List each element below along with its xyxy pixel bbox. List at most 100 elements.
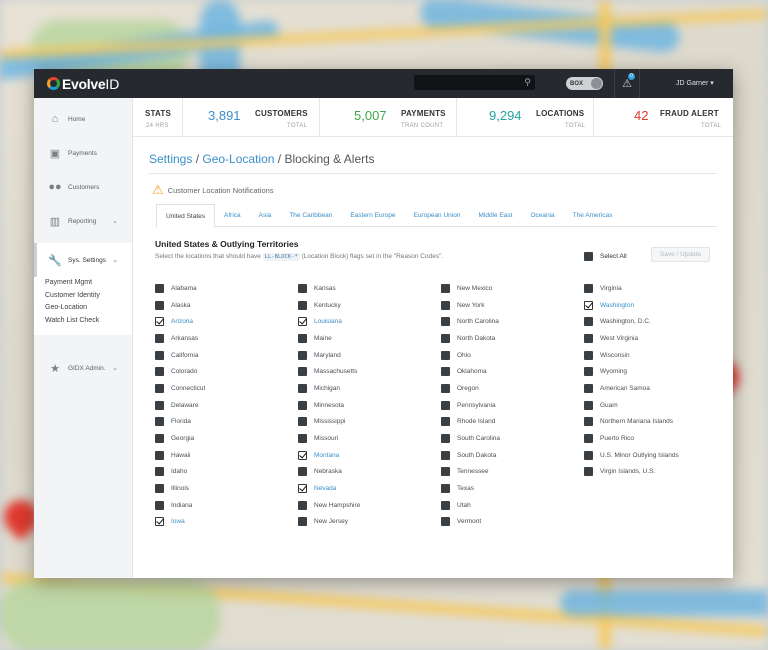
location-option[interactable]: Oregon xyxy=(441,380,581,397)
location-option[interactable]: Oklahoma xyxy=(441,363,581,380)
checkbox[interactable] xyxy=(584,383,593,393)
checkbox[interactable] xyxy=(155,283,164,293)
tab-united-states[interactable]: United States xyxy=(156,204,216,228)
search-icon[interactable]: ⚲ xyxy=(524,77,531,88)
checkbox[interactable] xyxy=(298,517,307,527)
location-option[interactable]: Michigan xyxy=(298,380,438,397)
checkbox[interactable] xyxy=(155,383,164,393)
checkbox-checked[interactable] xyxy=(584,300,593,310)
checkbox[interactable] xyxy=(155,333,164,343)
location-option[interactable]: Rhode Island xyxy=(441,414,581,431)
submenu-item-payment-mgmt[interactable]: Payment Mgmt xyxy=(45,279,132,292)
sidebar-item-customers[interactable]: ●● Customers xyxy=(34,170,132,204)
location-option[interactable]: Alabama xyxy=(155,280,295,297)
notifications-button[interactable]: ⚠ 0 xyxy=(614,69,640,98)
checkbox[interactable] xyxy=(441,350,450,360)
location-option[interactable]: Arkansas xyxy=(155,330,295,347)
checkbox[interactable] xyxy=(441,283,450,293)
brand-logo[interactable]: Evolve ID xyxy=(47,76,119,92)
tab-oceania[interactable]: Oceania xyxy=(521,204,563,226)
checkbox[interactable] xyxy=(584,467,593,477)
checkbox[interactable] xyxy=(155,467,164,477)
checkbox[interactable] xyxy=(441,333,450,343)
checkbox[interactable] xyxy=(584,450,593,460)
checkbox[interactable] xyxy=(441,367,450,377)
checkbox[interactable] xyxy=(441,383,450,393)
location-option[interactable]: Washington xyxy=(584,297,724,314)
location-option[interactable]: Guam xyxy=(584,397,724,414)
checkbox-checked[interactable] xyxy=(298,450,307,460)
checkbox[interactable] xyxy=(155,434,164,444)
checkbox[interactable] xyxy=(155,500,164,510)
checkbox[interactable] xyxy=(298,350,307,360)
checkbox[interactable] xyxy=(441,400,450,410)
location-option[interactable]: Indiana xyxy=(155,497,295,514)
location-option[interactable]: Montana xyxy=(298,447,438,464)
sidebar-item-reporting[interactable]: ▥ Reporting ⌄ xyxy=(34,204,132,238)
checkbox[interactable] xyxy=(584,400,593,410)
location-option[interactable]: Kentucky xyxy=(298,297,438,314)
checkbox[interactable] xyxy=(298,400,307,410)
stat-fraud-alert[interactable]: 42 FRAUD ALERT TOTAL xyxy=(594,98,732,136)
checkbox-checked[interactable] xyxy=(298,317,307,327)
location-option[interactable]: Idaho xyxy=(155,464,295,481)
location-option[interactable]: Ohio xyxy=(441,347,581,364)
sidebar-item-sys-settings[interactable]: 🔧 Sys. Settings ⌄ xyxy=(34,243,132,277)
location-option[interactable]: South Carolina xyxy=(441,430,581,447)
location-option[interactable]: Alaska xyxy=(155,297,295,314)
checkbox[interactable] xyxy=(298,500,307,510)
checkbox[interactable] xyxy=(584,317,593,327)
location-option[interactable]: West Virginia xyxy=(584,330,724,347)
location-option[interactable]: California xyxy=(155,347,295,364)
location-option[interactable]: American Samoa xyxy=(584,380,724,397)
checkbox[interactable] xyxy=(441,417,450,427)
location-option[interactable]: Hawaii xyxy=(155,447,295,464)
submenu-item-watch-list-check[interactable]: Watch List Check xyxy=(45,317,132,330)
checkbox[interactable] xyxy=(584,283,593,293)
stat-locations[interactable]: 9,294 LOCATIONS TOTAL xyxy=(457,98,594,136)
checkbox[interactable] xyxy=(155,300,164,310)
location-option[interactable]: Kansas xyxy=(298,280,438,297)
breadcrumb-settings[interactable]: Settings xyxy=(149,152,192,166)
location-option[interactable]: Utah xyxy=(441,497,581,514)
location-option[interactable]: New Jersey xyxy=(298,514,438,531)
submenu-item-geo-location[interactable]: Geo-Location xyxy=(45,304,132,317)
location-option[interactable]: South Dakota xyxy=(441,447,581,464)
location-option[interactable]: Minnesota xyxy=(298,397,438,414)
checkbox[interactable] xyxy=(584,367,593,377)
checkbox[interactable] xyxy=(298,283,307,293)
location-option[interactable]: New Mexico xyxy=(441,280,581,297)
checkbox[interactable] xyxy=(155,417,164,427)
checkbox[interactable] xyxy=(155,400,164,410)
checkbox[interactable] xyxy=(155,367,164,377)
location-option[interactable]: Colorado xyxy=(155,363,295,380)
checkbox[interactable] xyxy=(298,300,307,310)
sidebar-item-payments[interactable]: ▣ Payments xyxy=(34,136,132,170)
location-option[interactable]: New York xyxy=(441,297,581,314)
user-menu[interactable]: JD Garner ▾ xyxy=(676,79,714,87)
location-option[interactable]: Virgin Islands, U.S. xyxy=(584,464,724,481)
checkbox[interactable] xyxy=(441,300,450,310)
stat-customers[interactable]: 3,891 CUSTOMERS TOTAL xyxy=(183,98,320,136)
submenu-item-customer-identity[interactable]: Customer Identity xyxy=(45,292,132,305)
search-input[interactable] xyxy=(414,77,535,93)
location-option[interactable]: Massachusetts xyxy=(298,363,438,380)
checkbox[interactable] xyxy=(298,333,307,343)
checkbox[interactable] xyxy=(155,450,164,460)
checkbox[interactable] xyxy=(441,500,450,510)
checkbox[interactable] xyxy=(441,467,450,477)
tab-africa[interactable]: Africa xyxy=(215,204,250,226)
checkbox[interactable] xyxy=(584,333,593,343)
checkbox[interactable] xyxy=(298,467,307,477)
location-option[interactable]: Vermont xyxy=(441,514,581,531)
location-option[interactable]: Wyoming xyxy=(584,363,724,380)
location-option[interactable]: New Hampshire xyxy=(298,497,438,514)
location-option[interactable]: Missouri xyxy=(298,430,438,447)
checkbox[interactable] xyxy=(584,252,593,261)
checkbox[interactable] xyxy=(155,484,164,494)
location-option[interactable]: Wisconsin xyxy=(584,347,724,364)
sidebar-item-gidx-admin[interactable]: ★ GIDX Admin. ⌄ xyxy=(34,351,132,385)
location-option[interactable]: Texas xyxy=(441,480,581,497)
checkbox[interactable] xyxy=(298,434,307,444)
location-option[interactable]: Delaware xyxy=(155,397,295,414)
